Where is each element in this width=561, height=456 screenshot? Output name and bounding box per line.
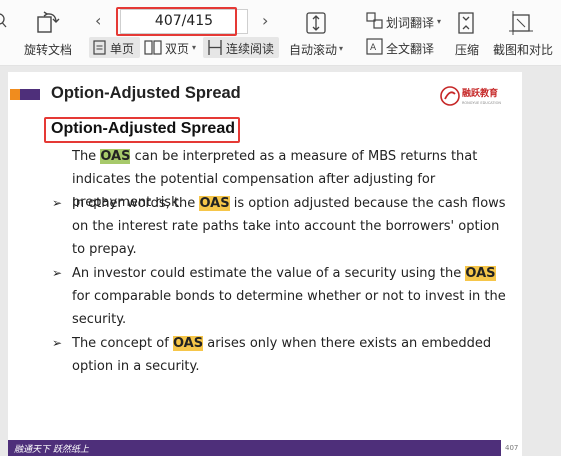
bullet-arrow-icon: ➢ [52, 336, 63, 350]
word-translate-icon [366, 12, 383, 29]
compress-button[interactable]: 压缩 [455, 41, 479, 58]
single-page-icon [93, 40, 106, 55]
svg-text:A: A [370, 43, 377, 53]
section-heading-annotation [44, 117, 240, 143]
intro-highlighted-term: OAS [100, 149, 131, 164]
zoom-in-icon[interactable] [0, 12, 10, 30]
screenshot-compare-icon [509, 11, 533, 35]
intro-text-pre: The [72, 149, 101, 164]
title-accent-orange [10, 89, 20, 100]
bullet-item: An investor could estimate the value of … [72, 262, 512, 331]
double-page-button[interactable]: 双页 [165, 40, 189, 57]
word-translate-dropdown-icon[interactable]: ▾ [437, 17, 441, 26]
screenshot-compare-button[interactable]: 截图和对比 [493, 41, 553, 58]
bullet-text-pre: In other words, the [72, 196, 200, 211]
previous-page-icon[interactable]: ‹ [95, 11, 101, 30]
rotate-document-button[interactable]: 旋转文档 [24, 41, 72, 58]
slide-page-number: 407 [505, 444, 519, 452]
auto-scroll-button[interactable]: 自动滚动 [289, 41, 337, 58]
bullet-item: The concept of OAS arises only when ther… [72, 332, 512, 378]
double-page-icon [144, 40, 162, 55]
double-page-dropdown-icon[interactable]: ▾ [192, 43, 196, 52]
title-accent-purple [20, 89, 40, 100]
single-page-button[interactable]: 单页 [110, 40, 134, 57]
next-page-icon[interactable]: › [262, 11, 268, 30]
bullet-text-post: for comparable bonds to determine whethe… [72, 289, 506, 327]
continuous-reading-button[interactable]: 连续阅读 [226, 40, 274, 57]
full-translate-button[interactable]: 全文翻译 [386, 40, 434, 57]
svg-text:RONGYUE EDUCATION: RONGYUE EDUCATION [462, 101, 501, 105]
bullet-highlighted-term: OAS [172, 336, 204, 351]
bullet-arrow-icon: ➢ [52, 266, 63, 280]
bullet-arrow-icon: ➢ [52, 196, 63, 210]
auto-scroll-icon [306, 12, 326, 34]
rotate-document-icon[interactable] [35, 9, 61, 35]
footer-slogan: 融通天下 跃然纸上 [14, 445, 89, 455]
logo-mark-icon: 融跃教育 RONGYUE EDUCATION [440, 86, 501, 106]
toolbar: 旋转文档 ‹ 407/415 › 单页 双页 ▾ 连续阅读 自动滚动 ▾ 划词翻… [0, 0, 561, 66]
bullet-text-pre: The concept of [72, 336, 173, 351]
slide-title: Option-Adjusted Spread [51, 84, 241, 102]
bullet-item: In other words, the OAS is option adjust… [72, 192, 512, 261]
page-indicator-annotation [116, 7, 237, 36]
continuous-reading-icon [208, 40, 222, 55]
compress-icon [458, 12, 474, 34]
company-logo: 融跃教育 RONGYUE EDUCATION [440, 84, 510, 108]
word-translate-button[interactable]: 划词翻译 [386, 14, 434, 31]
bullet-highlighted-term: OAS [199, 196, 230, 211]
full-translate-icon: A [366, 38, 383, 55]
auto-scroll-dropdown-icon[interactable]: ▾ [339, 44, 343, 53]
bullet-text-pre: An investor could estimate the value of … [72, 266, 466, 281]
bullet-highlighted-term: OAS [465, 266, 496, 281]
svg-text:融跃教育: 融跃教育 [462, 87, 498, 99]
